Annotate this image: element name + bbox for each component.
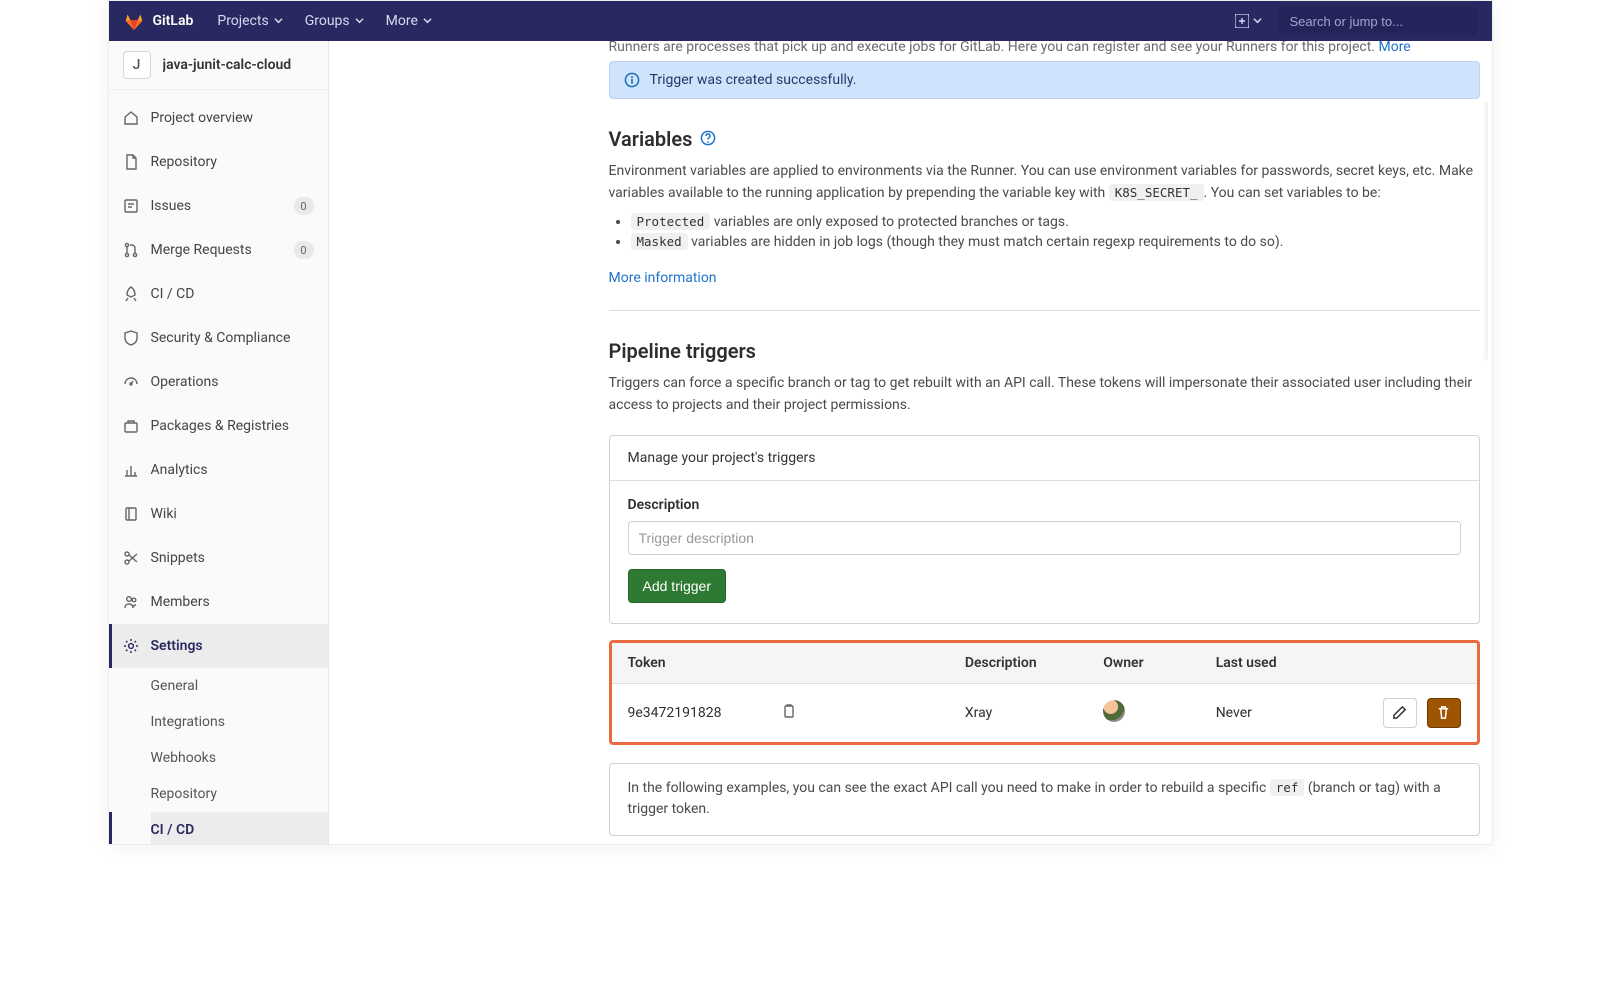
shield-icon [123, 330, 139, 346]
nav-projects[interactable]: Projects [217, 13, 282, 29]
clipboard-icon [781, 703, 797, 719]
project-name: java-junit-calc-cloud [163, 57, 292, 73]
tanuki-icon [123, 10, 145, 32]
token-value: 9e3472191828 [628, 705, 722, 721]
issues-count-badge: 0 [294, 197, 314, 215]
settings-repository[interactable]: Repository [151, 776, 328, 812]
scissors-icon [123, 550, 139, 566]
trash-icon [1436, 705, 1451, 720]
edit-trigger-button[interactable] [1383, 698, 1417, 728]
triggers-desc: Triggers can force a specific branch or … [609, 373, 1480, 416]
ref-code: ref [1270, 779, 1305, 796]
triggers-panel: Manage your project's triggers Descripti… [609, 435, 1480, 624]
gear-icon [123, 638, 139, 654]
triggers-panel-head: Manage your project's triggers [610, 436, 1479, 481]
th-description: Description [949, 643, 1087, 684]
mr-count-badge: 0 [294, 241, 314, 259]
global-search[interactable] [1278, 7, 1478, 35]
th-token: Token [612, 643, 949, 684]
sidebar-item-merge-requests[interactable]: Merge Requests 0 [109, 228, 328, 272]
alert-text: Trigger was created successfully. [650, 72, 857, 88]
info-icon [624, 72, 640, 88]
members-icon [123, 594, 139, 610]
sidebar-item-cicd[interactable]: CI / CD [109, 272, 328, 316]
variables-more-link[interactable]: More information [609, 270, 717, 286]
owner-avatar[interactable] [1103, 700, 1125, 722]
settings-general[interactable]: General [151, 668, 328, 704]
nav-more[interactable]: More [386, 13, 432, 29]
sidebar-item-snippets[interactable]: Snippets [109, 536, 328, 580]
bullet-masked: Masked variables are hidden in job logs … [631, 234, 1480, 250]
plus-icon [1235, 14, 1249, 28]
last-used-cell: Never [1200, 683, 1356, 742]
th-lastused: Last used [1200, 643, 1356, 684]
package-icon [123, 418, 139, 434]
doc-icon [123, 154, 139, 170]
project-avatar: J [123, 51, 151, 79]
sidebar-item-members[interactable]: Members [109, 580, 328, 624]
new-dropdown[interactable] [1229, 9, 1268, 33]
sidebar: J java-junit-calc-cloud Project overview… [109, 41, 329, 844]
trigger-description-input[interactable] [628, 521, 1461, 555]
runners-intro: Runners are processes that pick up and e… [609, 41, 1480, 55]
issues-icon [123, 198, 139, 214]
sidebar-item-analytics[interactable]: Analytics [109, 448, 328, 492]
chevron-down-icon [1253, 13, 1262, 29]
highlighted-token-box: Token Description Owner Last used [609, 640, 1480, 745]
nav-groups[interactable]: Groups [305, 13, 364, 29]
runners-more-link[interactable]: More [1378, 41, 1410, 55]
success-alert: Trigger was created successfully. [609, 61, 1480, 99]
trigger-example-text: In the following examples, you can see t… [609, 763, 1480, 836]
expand-handle[interactable] [1482, 101, 1488, 361]
home-icon [123, 110, 139, 126]
add-trigger-button[interactable]: Add trigger [628, 569, 726, 603]
chart-icon [123, 462, 139, 478]
merge-icon [123, 242, 139, 258]
search-input[interactable] [1288, 13, 1468, 30]
help-icon[interactable] [700, 127, 716, 151]
sidebar-item-settings[interactable]: Settings [109, 624, 328, 668]
book-icon [123, 506, 139, 522]
triggers-table: Token Description Owner Last used [612, 643, 1477, 742]
rocket-icon [123, 286, 139, 302]
delete-trigger-button[interactable] [1427, 698, 1461, 728]
chevron-down-icon [423, 13, 432, 29]
th-owner: Owner [1087, 643, 1199, 684]
gauge-icon [123, 374, 139, 390]
chevron-down-icon [355, 13, 364, 29]
project-header[interactable]: J java-junit-calc-cloud [109, 41, 328, 90]
sidebar-item-operations[interactable]: Operations [109, 360, 328, 404]
chevron-down-icon [274, 13, 283, 29]
sidebar-item-wiki[interactable]: Wiki [109, 492, 328, 536]
description-label: Description [628, 497, 1461, 513]
brand-name: GitLab [153, 13, 194, 29]
trigger-row: 9e3472191828 Xray Never [612, 683, 1477, 742]
pencil-icon [1392, 705, 1407, 720]
trigger-description-cell: Xray [949, 683, 1087, 742]
variables-desc: Environment variables are applied to env… [609, 161, 1480, 204]
sidebar-item-packages[interactable]: Packages & Registries [109, 404, 328, 448]
gitlab-logo[interactable]: GitLab [123, 10, 194, 32]
section-divider [609, 310, 1480, 311]
sidebar-item-repository[interactable]: Repository [109, 140, 328, 184]
variables-heading: Variables [609, 127, 1480, 151]
bullet-protected: Protected variables are only exposed to … [631, 214, 1480, 230]
copy-token-button[interactable] [781, 703, 797, 723]
k8s-secret-code: K8S_SECRET_ [1109, 184, 1204, 201]
settings-cicd[interactable]: CI / CD [151, 812, 328, 844]
settings-webhooks[interactable]: Webhooks [151, 740, 328, 776]
sidebar-item-issues[interactable]: Issues 0 [109, 184, 328, 228]
sidebar-item-security[interactable]: Security & Compliance [109, 316, 328, 360]
settings-integrations[interactable]: Integrations [151, 704, 328, 740]
main-content: Runners are processes that pick up and e… [329, 41, 1492, 844]
sidebar-item-overview[interactable]: Project overview [109, 96, 328, 140]
triggers-heading: Pipeline triggers [609, 339, 1480, 363]
